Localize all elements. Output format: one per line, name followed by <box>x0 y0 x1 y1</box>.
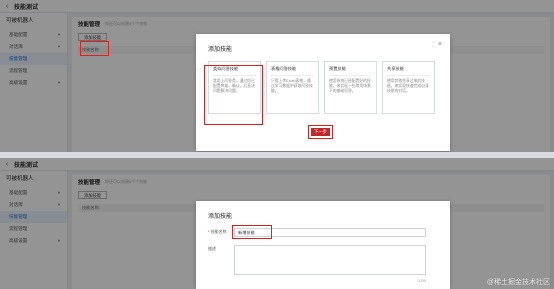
char-counter: 0/255 <box>417 279 427 283</box>
close-icon[interactable]: × <box>438 41 442 48</box>
card-desc: 只需上传Excel表格，通过学习数据中获取问答技能。 <box>271 79 313 94</box>
card-name: 预置技能 <box>329 66 372 76</box>
card-name: 表格问答技能 <box>271 66 314 76</box>
annotation-box-add-button <box>80 41 109 56</box>
skill-desc-input[interactable] <box>234 245 426 275</box>
desc-field-label: 描述 <box>208 246 216 251</box>
modal-title: 添加技能 <box>208 47 233 53</box>
required-mark: * <box>208 229 210 234</box>
card-name: 共享技能 <box>387 66 430 76</box>
card-desc: 使用系统已经配置好的技能，来实现一些常用场景下的基础问答。 <box>329 79 371 94</box>
card-table-qa[interactable]: 表格问答技能 只需上传Excel表格，通过学习数据中获取问答技能。 <box>266 61 319 114</box>
annotation-box-name-input <box>232 225 272 239</box>
watermark: @稀土掘金技术社区 <box>486 279 550 286</box>
annotation-box-next-button <box>308 125 333 139</box>
card-desc: 使用其他共享过来的技能，来实现快速完成自身技能的对话。 <box>387 79 429 94</box>
name-field-label: *技能名称 <box>208 229 227 234</box>
modal-title: 添加技能 <box>208 214 233 220</box>
card-shared[interactable]: 共享技能 使用其他共享过来的技能，来实现快速完成自身技能的对话。 <box>382 61 435 114</box>
desc-field-row: 描述 0/255 <box>208 245 426 283</box>
card-preset[interactable]: 预置技能 使用系统已经配置好的技能，来实现一些常用场景下的基础问答。 <box>324 61 377 114</box>
skill-name-modal: 添加技能 *技能名称 描述 0/255 <box>196 201 450 289</box>
add-skill-modal: 添加技能 × 类似问答技能 常用上问答类，通过你已配置库量。确认，后直决问题解决… <box>196 34 450 151</box>
screenshot-step-1: ‹ 技能测试 可被机器人 基础配置 ▼ 对话库 ▼ 技能管理 流程管理 高级设置 ▼ … <box>0 0 554 152</box>
screenshot-step-2: ‹ 技能测试 可被机器人 基础配置 ▼ 对话库 ▼ 技能管理 流程管理 高级设置 ▼ … <box>0 158 554 289</box>
annotation-box-first-card <box>204 65 263 125</box>
